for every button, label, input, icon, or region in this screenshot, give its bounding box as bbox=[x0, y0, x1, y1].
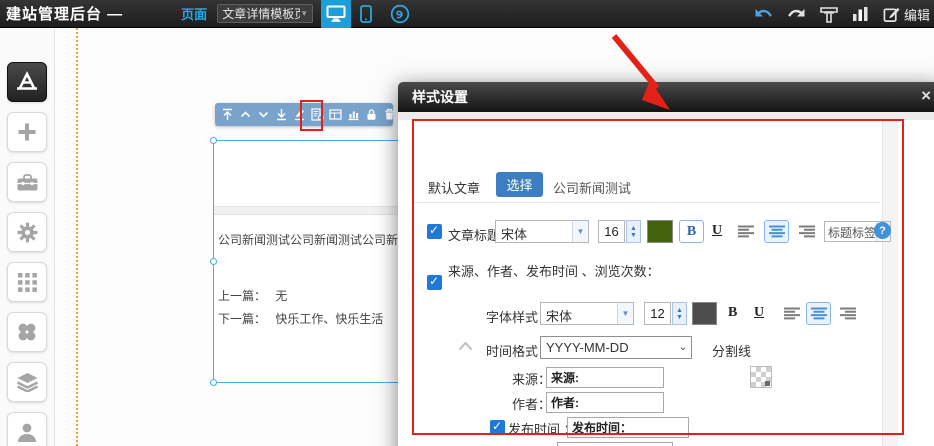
annotation-highlight-rect bbox=[412, 119, 904, 435]
next-article-line: 下一篇： 快乐工作、快乐生活 bbox=[218, 310, 383, 327]
phone-icon bbox=[360, 5, 372, 23]
undo-icon bbox=[754, 7, 773, 21]
template-select[interactable]: 文章详情模板页 ▼ bbox=[217, 4, 313, 23]
left-sidebar bbox=[0, 28, 55, 446]
views-input[interactable] bbox=[557, 442, 673, 446]
guide-line bbox=[76, 28, 78, 446]
top-navbar: 建站管理后台 — 页面 文章详情模板页 ▼ bbox=[0, 0, 934, 28]
design-tools-icon bbox=[15, 71, 39, 93]
prev-label: 上一篇： bbox=[218, 289, 266, 303]
preview-link-button[interactable] bbox=[385, 0, 415, 28]
site-builder-app: 建站管理后台 — 页面 文章详情模板页 ▼ bbox=[0, 0, 934, 446]
resize-handle-mid-left[interactable] bbox=[210, 258, 217, 265]
arrow-down-icon bbox=[257, 108, 270, 121]
sidebar-item-design-tools[interactable] bbox=[7, 62, 47, 102]
prev-value[interactable]: 无 bbox=[275, 289, 287, 303]
sidebar-item-modules[interactable] bbox=[7, 262, 47, 302]
preview-link-icon bbox=[390, 4, 410, 24]
modal-title: 样式设置 bbox=[412, 87, 468, 107]
undo-button[interactable] bbox=[754, 7, 773, 21]
move-up-button[interactable] bbox=[239, 107, 252, 122]
move-to-top-button[interactable] bbox=[221, 107, 234, 122]
redo-icon bbox=[787, 7, 806, 21]
bar-chart-icon bbox=[852, 6, 869, 22]
annotation-icon-highlight bbox=[300, 100, 323, 131]
arrow-to-top-icon bbox=[221, 108, 234, 121]
trash-icon bbox=[383, 108, 396, 121]
stats-button[interactable] bbox=[347, 107, 360, 122]
arrow-to-bottom-icon bbox=[275, 108, 288, 121]
chevron-down-icon: ▼ bbox=[300, 9, 308, 18]
desktop-view-button[interactable] bbox=[321, 0, 351, 28]
annotation-arrow bbox=[598, 28, 690, 116]
next-label: 下一篇： bbox=[218, 312, 266, 326]
toolbox-icon bbox=[16, 173, 39, 192]
sidebar-item-components[interactable] bbox=[7, 312, 47, 352]
sidebar-item-add[interactable] bbox=[7, 112, 47, 152]
clover-icon bbox=[16, 321, 38, 343]
gear-icon bbox=[16, 221, 39, 244]
next-value[interactable]: 快乐工作、快乐生活 bbox=[275, 312, 383, 326]
resize-handle-bottom-left[interactable] bbox=[210, 379, 217, 386]
edit-pencil-icon bbox=[883, 6, 900, 23]
move-to-bottom-button[interactable] bbox=[275, 107, 288, 122]
redo-button[interactable] bbox=[787, 7, 806, 21]
sidebar-item-settings[interactable] bbox=[7, 212, 47, 252]
sidebar-item-profile[interactable] bbox=[7, 412, 47, 446]
statistics-button[interactable] bbox=[852, 6, 869, 22]
lock-button[interactable] bbox=[365, 107, 378, 122]
grid-icon bbox=[17, 272, 38, 293]
prev-article-line: 上一篇： 无 bbox=[218, 287, 287, 304]
plus-icon bbox=[16, 121, 38, 143]
layers-icon bbox=[16, 372, 39, 392]
ruler-tool-button[interactable] bbox=[820, 6, 838, 23]
page-label: 页面 bbox=[181, 4, 207, 23]
move-down-button[interactable] bbox=[257, 107, 270, 122]
sidebar-item-toolbox[interactable] bbox=[7, 162, 47, 202]
lock-icon bbox=[365, 108, 378, 121]
arrow-up-icon bbox=[239, 108, 252, 121]
navbar-actions: 编辑 bbox=[754, 0, 930, 28]
ruler-icon bbox=[820, 6, 838, 23]
app-title: 建站管理后台 — bbox=[6, 3, 123, 24]
layout-button[interactable] bbox=[329, 107, 342, 122]
mobile-view-button[interactable] bbox=[351, 0, 381, 28]
close-icon[interactable]: × bbox=[921, 86, 931, 106]
edit-button-label: 编辑 bbox=[904, 5, 930, 24]
monitor-icon bbox=[326, 5, 346, 22]
edit-button[interactable]: 编辑 bbox=[883, 5, 930, 24]
user-icon bbox=[16, 422, 38, 442]
sidebar-item-layers[interactable] bbox=[7, 362, 47, 402]
template-select-value: 文章详情模板页 bbox=[222, 5, 300, 22]
resize-handle-top-left[interactable] bbox=[210, 137, 217, 144]
delete-button[interactable] bbox=[383, 107, 396, 122]
table-icon bbox=[329, 108, 342, 121]
chart-icon bbox=[347, 108, 360, 121]
